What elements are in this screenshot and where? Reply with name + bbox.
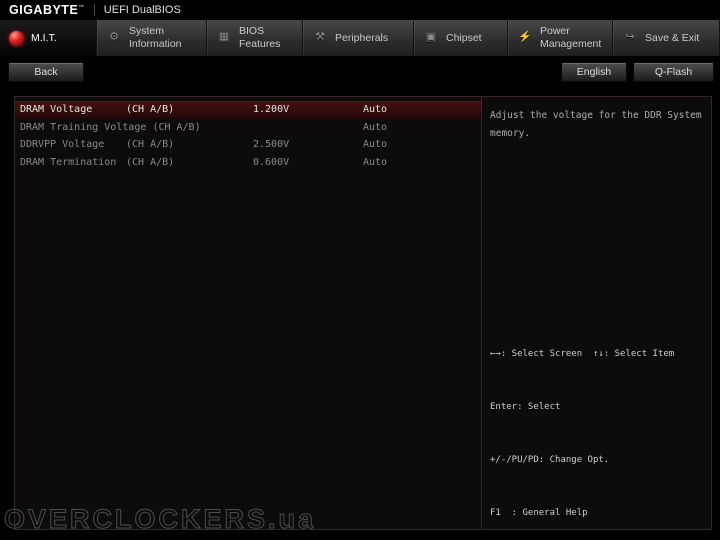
- setting-channel: (CH A/B): [152, 121, 201, 133]
- setting-label: DDRVPP Voltage: [20, 139, 105, 151]
- tab-system-information[interactable]: ⚙ System Information: [97, 20, 207, 56]
- tools-icon: ⚒: [315, 31, 325, 44]
- brand-text: GIGABYTE: [9, 3, 79, 17]
- setting-option: Auto: [363, 121, 388, 133]
- tab-peripherals[interactable]: ⚒ Peripherals: [303, 20, 414, 56]
- setting-label: DRAM Training Voltage: [20, 121, 147, 133]
- trademark: ™: [78, 4, 85, 11]
- tab-power-management[interactable]: ⚡ Power Management: [508, 20, 613, 56]
- setting-option: Auto: [363, 139, 388, 151]
- tab-bar: M.I.T. ⚙ System Information ▦ BIOS Featu…: [0, 20, 720, 57]
- tab-label: Power Management: [540, 25, 602, 50]
- qflash-button[interactable]: Q-Flash: [633, 62, 714, 82]
- hotkey-line: Enter: Select: [490, 401, 561, 412]
- bios-screen: GIGABYTE™ UEFI DualBIOS M.I.T. ⚙ System …: [0, 0, 720, 540]
- tab-label: M.I.T.: [31, 31, 57, 44]
- setting-option: Auto: [363, 104, 388, 116]
- help-description: Adjust the voltage for the DDR System me…: [490, 110, 702, 139]
- settings-row-ddrvpp-voltage[interactable]: DDRVPP Voltage (CH A/B) 2.500V Auto: [15, 136, 481, 154]
- help-panel: Adjust the voltage for the DDR System me…: [481, 97, 711, 529]
- exit-icon: ↪: [625, 31, 635, 44]
- tab-bios-features[interactable]: ▦ BIOS Features: [207, 20, 303, 56]
- hotkey-line: +/-/PU/PD: Change Opt.: [490, 454, 610, 465]
- firmware-title: UEFI DualBIOS: [103, 4, 181, 16]
- setting-channel: (CH A/B): [126, 139, 175, 151]
- tab-chipset[interactable]: ▣ Chipset: [414, 20, 508, 56]
- hotkey-line: ←→: Select Screen ↑↓: Select Item: [490, 349, 675, 360]
- hotkey-line: F1 : General Help: [490, 507, 588, 518]
- tab-save-exit[interactable]: ↪ Save & Exit: [613, 20, 720, 56]
- title-bar: GIGABYTE™ UEFI DualBIOS: [0, 0, 720, 20]
- setting-label: DRAM Voltage: [20, 104, 93, 116]
- gear-icon: ⚙: [109, 31, 119, 44]
- tab-mit[interactable]: M.I.T.: [0, 20, 97, 56]
- setting-value: 0.600V: [253, 156, 290, 168]
- mit-red-sphere-icon: [9, 30, 24, 46]
- setting-value: 1.200V: [253, 104, 290, 116]
- settings-list: DRAM Voltage (CH A/B) 1.200V Auto DRAM T…: [15, 97, 481, 529]
- setting-channel: (CH A/B): [126, 104, 175, 116]
- tab-label: Save & Exit: [645, 31, 700, 44]
- power-icon: ⚡: [518, 31, 532, 44]
- bios-grid-icon: ▦: [218, 31, 230, 44]
- tab-label: System Information: [129, 25, 182, 50]
- divider: [93, 4, 95, 16]
- settings-row-dram-voltage[interactable]: DRAM Voltage (CH A/B) 1.200V Auto: [15, 101, 481, 119]
- tab-label: BIOS Features: [239, 25, 281, 50]
- setting-value: 2.500V: [253, 139, 290, 151]
- tab-label: Peripherals: [335, 31, 389, 44]
- setting-channel: (CH A/B): [126, 156, 175, 168]
- back-button[interactable]: Back: [8, 62, 84, 82]
- setting-label: DRAM Termination: [20, 156, 117, 168]
- setting-option: Auto: [363, 156, 388, 168]
- main-panel: DRAM Voltage (CH A/B) 1.200V Auto DRAM T…: [14, 96, 712, 530]
- tab-label: Chipset: [446, 31, 482, 44]
- chipset-icon: ▣: [425, 31, 437, 44]
- gigabyte-logo: GIGABYTE™: [9, 3, 85, 17]
- settings-row-dram-training-voltage[interactable]: DRAM Training Voltage (CH A/B) Auto: [15, 119, 481, 137]
- settings-row-dram-termination[interactable]: DRAM Termination (CH A/B) 0.600V Auto: [15, 154, 481, 172]
- language-button[interactable]: English: [561, 62, 627, 82]
- hotkey-legend: ←→: Select Screen ↑↓: Select Item Enter:…: [490, 311, 707, 540]
